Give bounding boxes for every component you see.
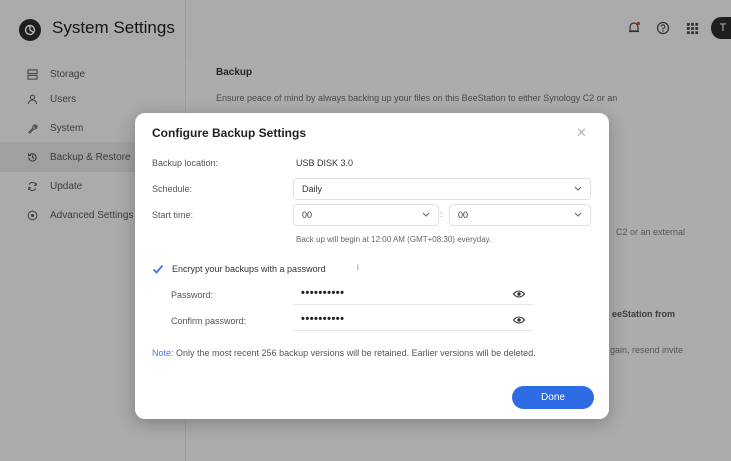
configure-backup-dialog: Configure Backup Settings ✕ Backup locat…: [135, 113, 609, 419]
backup-location-value: USB DISK 3.0: [296, 158, 354, 168]
info-icon[interactable]: i: [357, 263, 359, 272]
done-button[interactable]: Done: [512, 386, 594, 409]
schedule-label: Schedule:: [152, 184, 193, 194]
encrypt-checkbox[interactable]: [152, 263, 164, 275]
start-minute-select[interactable]: 00: [449, 204, 591, 226]
close-icon[interactable]: ✕: [576, 125, 587, 141]
schedule-hint: Back up will begin at 12:00 AM (GMT+08:3…: [296, 235, 492, 244]
password-label: Password:: [171, 290, 214, 300]
note-text: Only the most recent 256 backup versions…: [173, 348, 536, 358]
start-minute-value: 00: [458, 210, 469, 220]
time-separator: :: [440, 209, 443, 219]
eye-icon[interactable]: [513, 289, 525, 299]
schedule-select-value: Daily: [302, 184, 323, 194]
chevron-down-icon: [422, 212, 430, 217]
dialog-title: Configure Backup Settings: [152, 126, 307, 140]
password-value: ••••••••••: [301, 287, 345, 299]
backup-location-label: Backup location:: [152, 158, 219, 168]
eye-icon[interactable]: [513, 315, 525, 325]
confirm-password-input[interactable]: ••••••••••: [293, 309, 533, 331]
start-hour-select[interactable]: 00: [293, 204, 439, 226]
note-prefix: Note:: [152, 348, 174, 358]
start-hour-value: 00: [302, 210, 313, 220]
retention-note: Note: Only the most recent 256 backup ve…: [152, 346, 572, 360]
confirm-password-value: ••••••••••: [301, 313, 345, 325]
confirm-password-label: Confirm password:: [171, 316, 247, 326]
chevron-down-icon: [574, 212, 582, 217]
schedule-select[interactable]: Daily: [293, 178, 591, 200]
encrypt-label[interactable]: Encrypt your backups with a password: [172, 264, 326, 274]
chevron-down-icon: [574, 186, 582, 191]
start-time-label: Start time:: [152, 210, 194, 220]
password-input[interactable]: ••••••••••: [293, 283, 533, 305]
